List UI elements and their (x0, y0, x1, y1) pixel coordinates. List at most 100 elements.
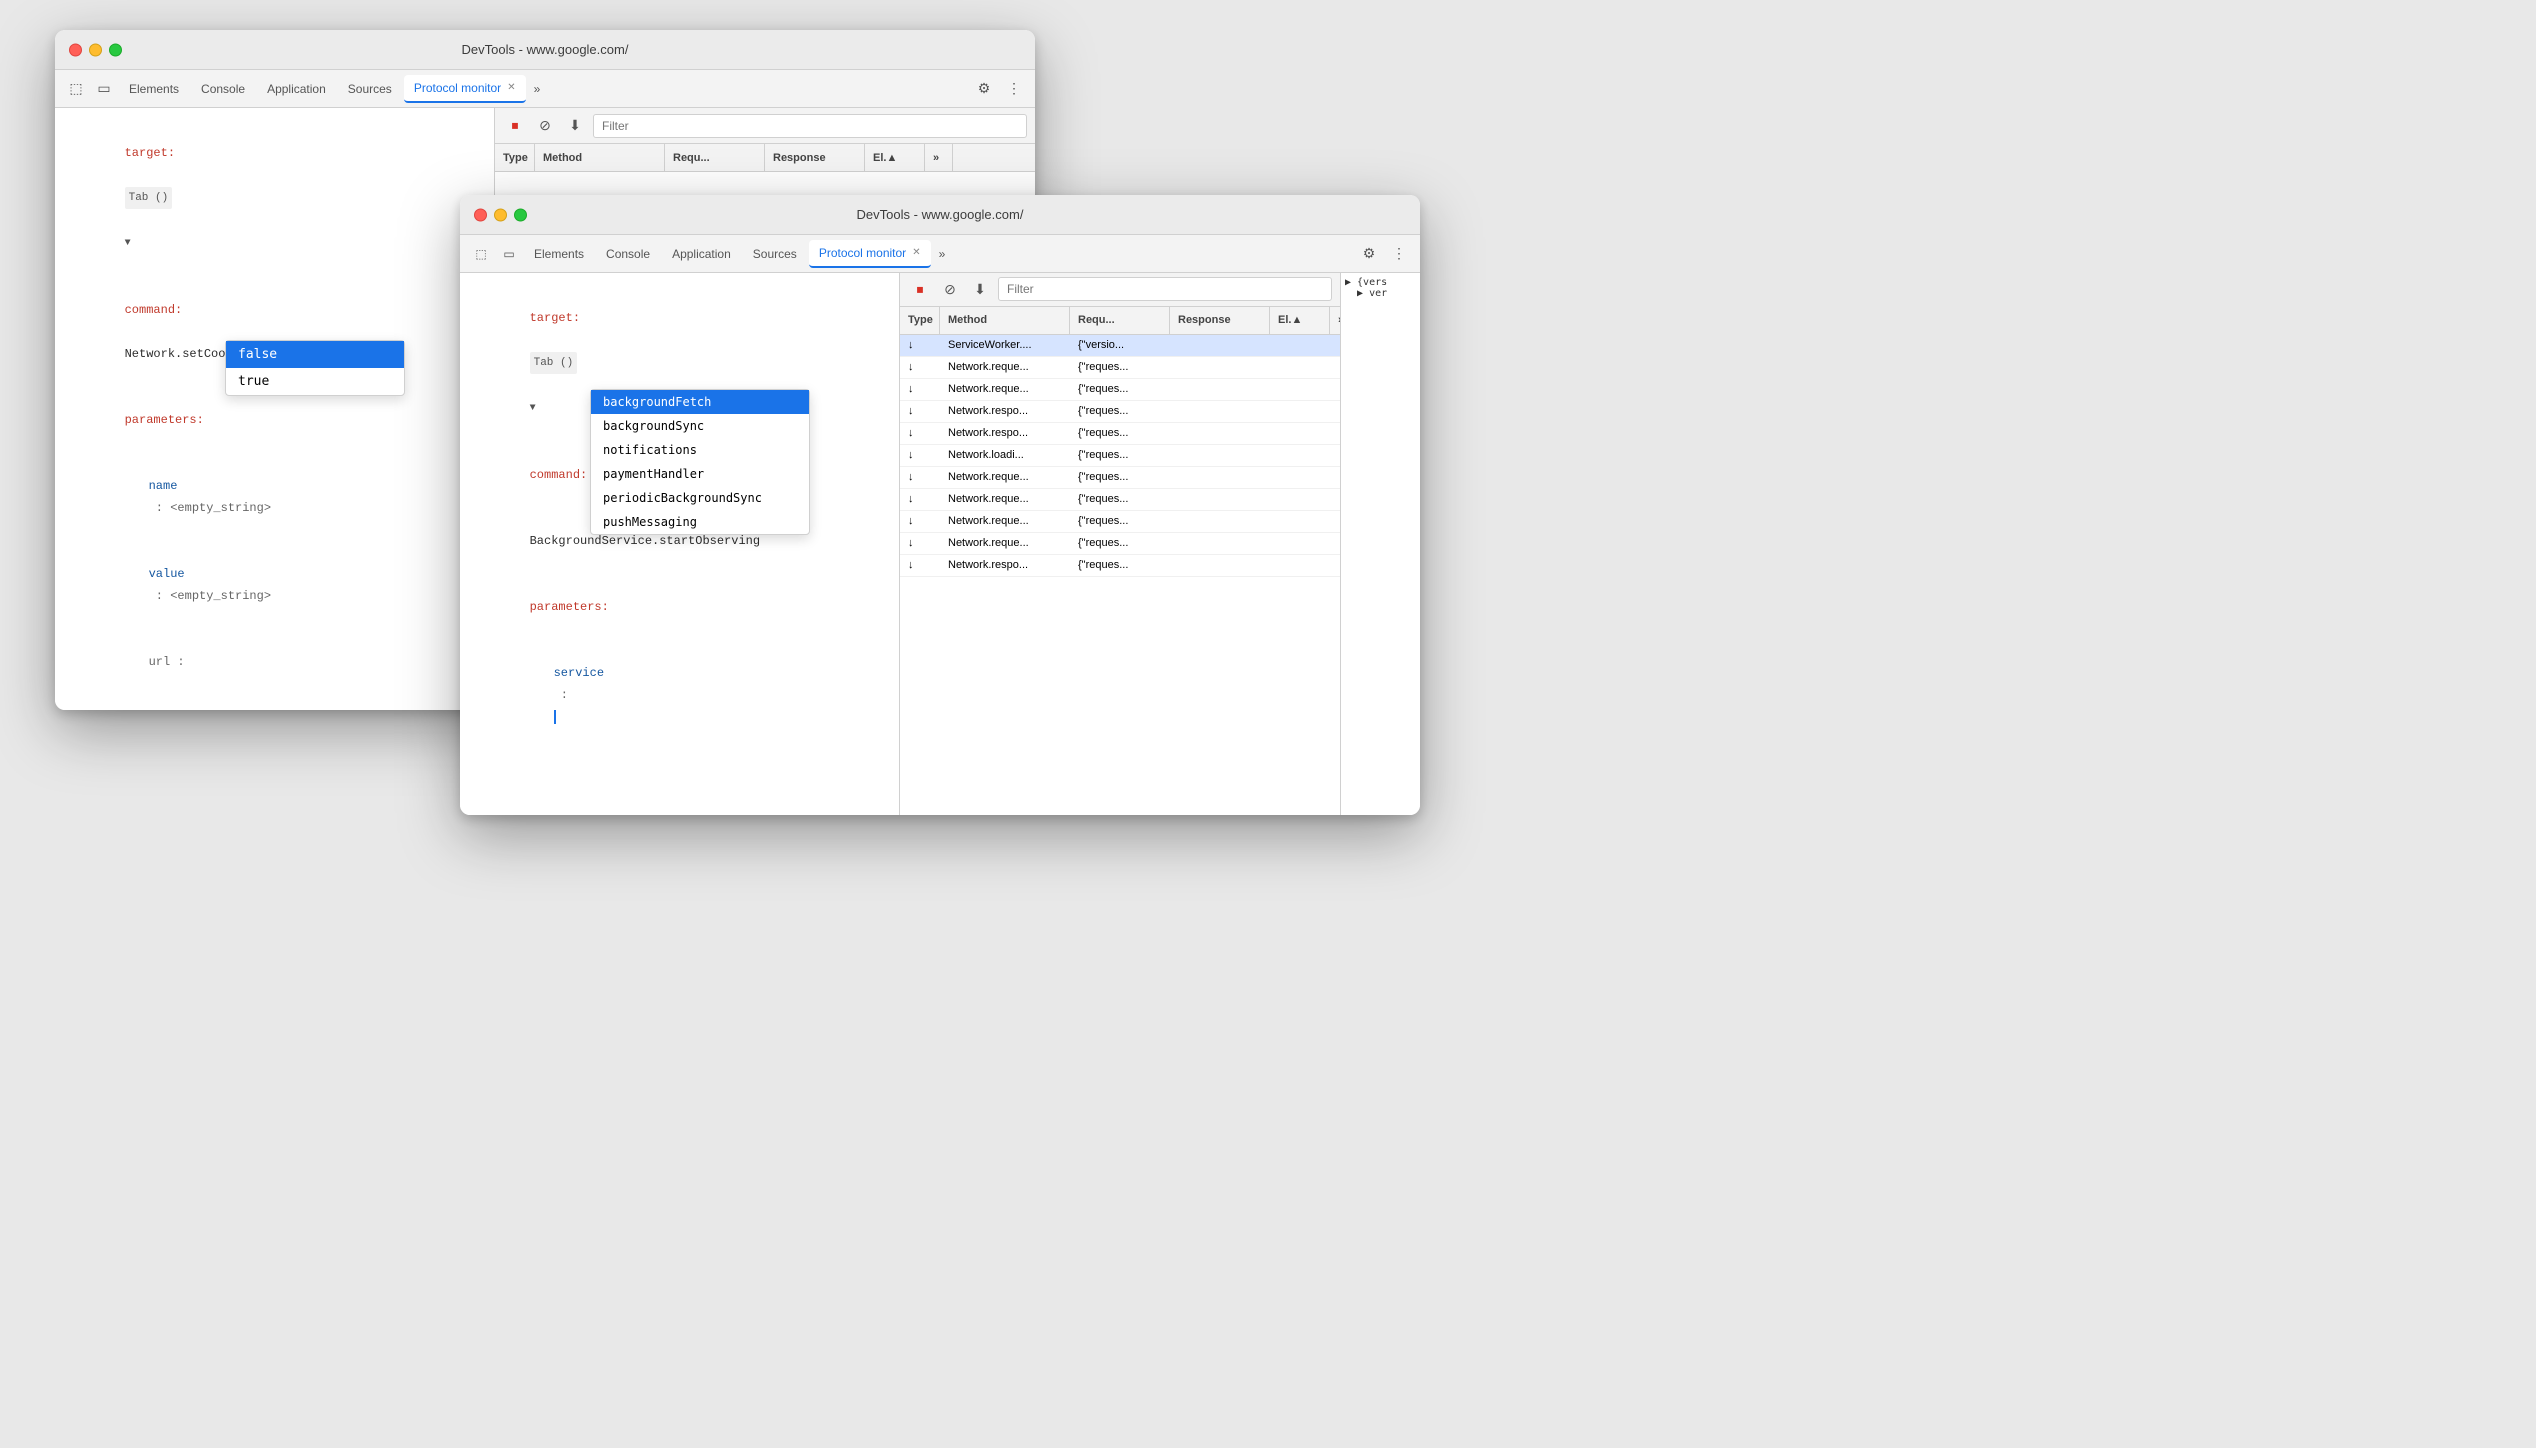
maximize-button-2[interactable] (514, 208, 527, 221)
filter-input-2[interactable] (998, 277, 1332, 301)
service-key: service (554, 666, 604, 680)
traffic-lights-2 (474, 208, 527, 221)
autocomplete-notifications[interactable]: notifications (591, 438, 809, 462)
tab-application-1[interactable]: Application (257, 75, 336, 103)
table-row[interactable]: ↓ Network.respo... {"reques... (900, 555, 1340, 577)
code-panel-1: target: Tab () ▼ command: Network.setCoo… (55, 108, 495, 710)
inspect-icon-2[interactable]: ⬚ (468, 241, 494, 267)
pm-table-body-2: ↓ ServiceWorker.... {"versio... ↓ Networ… (900, 335, 1340, 815)
autocomplete-backgroundsync[interactable]: backgroundSync (591, 414, 809, 438)
window-title-2: DevTools - www.google.com/ (472, 207, 1408, 222)
command-key: command: (125, 303, 183, 317)
tab-sources-1[interactable]: Sources (338, 75, 402, 103)
devtools-body-2: target: Tab () ▼ command: BackgroundServ… (460, 273, 1420, 815)
close-button-1[interactable] (69, 43, 82, 56)
code-parameters-line: parameters: (67, 387, 482, 453)
device-icon-1[interactable]: ▭ (91, 76, 117, 102)
target-dropdown-arrow-2[interactable]: ▼ (530, 403, 536, 414)
table-row[interactable]: ↓ Network.reque... {"reques... (900, 357, 1340, 379)
row-method-0: ServiceWorker.... (940, 339, 1070, 351)
minimize-button-2[interactable] (494, 208, 507, 221)
tab-application-2[interactable]: Application (662, 240, 741, 268)
target-key-2: target: (530, 311, 580, 325)
more-tabs-icon-1[interactable]: » (528, 78, 547, 100)
more-tabs-icon-2[interactable]: » (933, 243, 952, 265)
save-btn-1[interactable]: ⬇ (563, 114, 587, 138)
text-cursor (554, 710, 556, 724)
tab-elements-1[interactable]: Elements (119, 75, 189, 103)
more-options-icon-1[interactable]: ⋮ (1001, 76, 1027, 102)
boolean-dropdown[interactable]: false true (225, 340, 405, 396)
json-preview-panel: ▶ {vers ▶ ver (1340, 273, 1420, 815)
autocomplete-paymenthandler[interactable]: paymentHandler (591, 462, 809, 486)
pm-table-header-2: Type Method Requ... Response El.▲ » (900, 307, 1340, 335)
tab-console-1[interactable]: Console (191, 75, 255, 103)
col-response-header-1: Response (765, 144, 865, 171)
tab-sources-2[interactable]: Sources (743, 240, 807, 268)
stop-btn-2[interactable]: ⏹ (908, 277, 932, 301)
code-name-line: name : <empty_string> (67, 453, 482, 541)
target-value: Tab () (125, 187, 173, 209)
pm-toolbar-2: ⏹ ⊘ ⬇ (900, 273, 1340, 307)
command-value-2: BackgroundService.startObserving (530, 534, 760, 548)
stop-btn-1[interactable]: ⏹ (503, 114, 527, 138)
title-bar-2: DevTools - www.google.com/ (460, 195, 1420, 235)
autocomplete-dropdown[interactable]: backgroundFetch backgroundSync notificat… (590, 389, 810, 535)
maximize-button-1[interactable] (109, 43, 122, 56)
table-row[interactable]: ↓ Network.reque... {"reques... (900, 511, 1340, 533)
parameters-key: parameters: (125, 413, 204, 427)
table-row[interactable]: ↓ Network.reque... {"reques... (900, 379, 1340, 401)
table-row[interactable]: ↓ Network.reque... {"reques... (900, 489, 1340, 511)
table-row[interactable]: ↓ ServiceWorker.... {"versio... (900, 335, 1340, 357)
target-value-2: Tab () (530, 352, 578, 374)
code-panel-2: target: Tab () ▼ command: BackgroundServ… (460, 273, 900, 815)
parameters-key-2: parameters: (530, 600, 609, 614)
target-dropdown-arrow[interactable]: ▼ (125, 238, 131, 249)
device-icon-2[interactable]: ▭ (496, 241, 522, 267)
dropdown-true[interactable]: true (226, 368, 404, 395)
settings-icon-2[interactable]: ⚙ (1356, 241, 1382, 267)
code-domain-line: domain : (67, 695, 482, 710)
clear-btn-1[interactable]: ⊘ (533, 114, 557, 138)
save-btn-2[interactable]: ⬇ (968, 277, 992, 301)
close-button-2[interactable] (474, 208, 487, 221)
autocomplete-backgroundfetch[interactable]: backgroundFetch (591, 390, 809, 414)
tab-console-2[interactable]: Console (596, 240, 660, 268)
row-request-0: {"versio... (1070, 339, 1170, 351)
dropdown-false[interactable]: false (226, 341, 404, 368)
tab-bar-2: ⬚ ▭ Elements Console Application Sources… (460, 235, 1420, 273)
table-row[interactable]: ↓ Network.respo... {"reques... (900, 401, 1340, 423)
autocomplete-periodicbgsync[interactable]: periodicBackgroundSync (591, 486, 809, 510)
table-row[interactable]: ↓ Network.respo... {"reques... (900, 423, 1340, 445)
tab-icons-2: ⚙ ⋮ (1356, 241, 1412, 267)
code-url-line: url : (67, 629, 482, 695)
col-request-header-2: Requ... (1070, 307, 1170, 334)
tab-protocol-monitor-2[interactable]: Protocol monitor ✕ (809, 240, 931, 268)
filter-input-1[interactable] (593, 114, 1027, 138)
json-line-2: ▶ ver (1345, 288, 1416, 299)
col-more-header-2[interactable]: » (1330, 307, 1340, 334)
tab-elements-2[interactable]: Elements (524, 240, 594, 268)
inspect-icon-1[interactable]: ⬚ (63, 76, 89, 102)
code-value-line: value : <empty_string> (67, 541, 482, 629)
col-method-header-1: Method (535, 144, 665, 171)
more-options-icon-2[interactable]: ⋮ (1386, 241, 1412, 267)
tab-close-icon-2[interactable]: ✕ (912, 247, 920, 258)
clear-btn-2[interactable]: ⊘ (938, 277, 962, 301)
settings-icon-1[interactable]: ⚙ (971, 76, 997, 102)
tab-close-icon-1[interactable]: ✕ (507, 82, 515, 93)
table-row[interactable]: ↓ Network.reque... {"reques... (900, 467, 1340, 489)
tab-bar-1: ⬚ ▭ Elements Console Application Sources… (55, 70, 1035, 108)
table-row[interactable]: ↓ Network.loadi... {"reques... (900, 445, 1340, 467)
table-row[interactable]: ↓ Network.reque... {"reques... (900, 533, 1340, 555)
col-elapsed-header-2: El.▲ (1270, 307, 1330, 334)
protocol-panel-2: ⏹ ⊘ ⬇ Type Method Requ... Response El.▲ … (900, 273, 1340, 815)
col-response-header-2: Response (1170, 307, 1270, 334)
minimize-button-1[interactable] (89, 43, 102, 56)
tab-icons-1: ⚙ ⋮ (971, 76, 1027, 102)
code-target-line: target: Tab () ▼ (67, 120, 482, 277)
autocomplete-pushmessaging[interactable]: pushMessaging (591, 510, 809, 534)
tab-protocol-monitor-1[interactable]: Protocol monitor ✕ (404, 75, 526, 103)
devtools-window-2[interactable]: DevTools - www.google.com/ ⬚ ▭ Elements … (460, 195, 1420, 815)
col-more-header-1[interactable]: » (925, 144, 953, 171)
